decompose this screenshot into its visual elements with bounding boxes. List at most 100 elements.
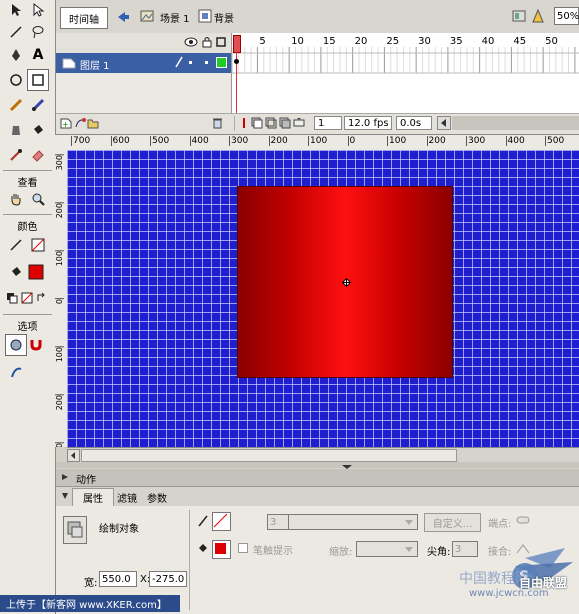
zoom-tool-icon[interactable] (28, 189, 48, 209)
frame-ruler[interactable]: 15101520253035404550 (232, 36, 579, 50)
edit-multiple-frames-icon[interactable] (279, 117, 291, 132)
brush-tool-icon[interactable] (28, 95, 48, 115)
ink-bottle-tool-icon[interactable] (6, 120, 26, 140)
add-guide-layer-icon[interactable] (74, 117, 86, 132)
ruler-tick-label: 300 (55, 442, 64, 447)
snap-magnet-icon[interactable] (26, 334, 46, 354)
scale-select[interactable] (356, 541, 418, 557)
x-field[interactable]: -275.0 (149, 571, 187, 587)
stroke-style-select[interactable] (288, 514, 418, 530)
upload-credit: 上传于【新客网 www.XKER.com】 (0, 595, 180, 612)
pencil-tool-icon[interactable] (6, 95, 26, 115)
object-drawing-icon[interactable] (5, 334, 27, 356)
modify-onion-markers-icon[interactable] (293, 117, 305, 132)
center-frame-icon[interactable] (239, 117, 249, 132)
line-tool-icon[interactable] (6, 22, 26, 42)
fill-color-swatch[interactable] (26, 262, 46, 282)
scroll-thumb[interactable] (81, 449, 457, 462)
ruler-tick-label: 700 (71, 136, 91, 146)
frames-area[interactable]: 15101520253035404550 (231, 33, 579, 113)
custom-stroke-button[interactable]: 自定义... (424, 513, 481, 532)
lock-dot[interactable] (205, 61, 208, 64)
back-arrow-icon[interactable] (113, 8, 131, 26)
frame-number: 5 (259, 36, 266, 47)
cap-icon[interactable] (516, 516, 530, 524)
edit-scene-icon[interactable] (511, 8, 527, 24)
zoom-select[interactable]: 50% (554, 7, 579, 25)
subselection-tool-icon[interactable] (28, 0, 48, 20)
hand-tool-icon[interactable] (6, 189, 26, 209)
pen-tool-icon[interactable] (6, 45, 26, 65)
layer-outline-color[interactable] (216, 57, 227, 68)
paint-bucket-tool-icon[interactable] (28, 120, 48, 140)
tab-timeline[interactable]: 时间轴 (60, 7, 108, 29)
ruler-tick-label: 600 (110, 136, 130, 146)
eye-icon[interactable] (184, 37, 198, 50)
scroll-left-arrow[interactable] (67, 449, 80, 462)
actions-panel-header[interactable]: 动作 (56, 469, 579, 487)
lock-icon[interactable] (202, 36, 212, 51)
stroke-hinting-checkbox[interactable] (238, 543, 248, 553)
onion-skin-icon[interactable] (251, 117, 263, 132)
edit-symbol-icon[interactable] (531, 8, 545, 24)
current-frame-field[interactable]: 1 (314, 116, 342, 130)
ruler-tick-label: 0 (347, 136, 356, 146)
collapse-arrow-icon[interactable] (61, 492, 69, 503)
fill-color-icon[interactable] (6, 262, 26, 282)
frame-number: 10 (291, 36, 304, 47)
horizontal-ruler: 7006005004003002001000100200300400500600 (67, 135, 579, 151)
timeline-toolbar (56, 0, 579, 34)
tab-filters[interactable]: 滤镜 (117, 490, 137, 505)
tab-parameters[interactable]: 参数 (147, 490, 167, 505)
toolbox: A 查看 颜色 选项 (0, 0, 56, 614)
oval-tool-icon[interactable] (6, 70, 26, 90)
lasso-tool-icon[interactable] (28, 22, 48, 42)
add-folder-icon[interactable] (87, 117, 99, 132)
rectangle-tool-icon[interactable] (27, 69, 49, 91)
frame-number: 40 (481, 36, 495, 47)
eraser-tool-icon[interactable] (28, 145, 48, 165)
tab-properties[interactable]: 属性 (72, 488, 114, 506)
stroke-color-swatch[interactable] (28, 235, 48, 255)
frame-rate-field[interactable]: 12.0 fps (344, 116, 392, 130)
visible-dot[interactable] (189, 61, 192, 64)
options-section-label: 选项 (17, 322, 38, 333)
stroke-hinting-label: 笔触提示 (253, 546, 293, 557)
symbol-breadcrumb[interactable]: 背景 (214, 10, 234, 25)
timeline-scroll-track[interactable] (452, 116, 579, 130)
keyframe-dot[interactable] (234, 59, 239, 64)
delete-layer-icon[interactable] (211, 117, 223, 132)
stroke-color-icon[interactable] (6, 235, 26, 255)
pencil-edit-icon (174, 56, 184, 71)
red-gradient-rectangle[interactable] (237, 186, 453, 378)
panel-splitter[interactable] (56, 462, 579, 469)
playhead[interactable] (233, 33, 241, 113)
stroke-height-field[interactable]: 3 (267, 514, 289, 530)
stroke-pencil-icon (197, 514, 209, 531)
stage-horizontal-scrollbar[interactable] (67, 447, 579, 463)
expand-arrow-icon (61, 473, 69, 484)
stroke-color-picker[interactable] (212, 512, 231, 531)
colors-section-label: 颜色 (17, 222, 38, 233)
fill-color-picker[interactable] (212, 540, 231, 559)
elapsed-time-field[interactable]: 0.0s (396, 116, 432, 130)
timeline-scroll-left[interactable] (437, 116, 451, 130)
add-layer-icon[interactable]: + (60, 117, 72, 132)
onion-outline-icon[interactable] (265, 117, 277, 132)
selection-tool-icon[interactable] (6, 0, 26, 20)
ruler-tick-label: 0 (55, 298, 64, 305)
swap-colors-icon[interactable] (32, 288, 52, 308)
layer-name[interactable]: 图层 1 (80, 57, 110, 72)
ruler-tick-label: 300 (55, 154, 64, 171)
scene-icon (140, 9, 154, 23)
text-tool-icon[interactable]: A (28, 45, 48, 65)
width-field[interactable]: 550.0 (99, 571, 137, 587)
outline-icon[interactable] (216, 37, 226, 50)
layer-row[interactable]: 图层 1 (56, 53, 231, 73)
smooth-icon[interactable] (6, 362, 26, 382)
frame-number: 50 (545, 36, 558, 47)
frame-number: 20 (354, 36, 368, 47)
transform-point-icon[interactable] (342, 278, 351, 287)
eyedropper-tool-icon[interactable] (6, 145, 26, 165)
scene-breadcrumb[interactable]: 场景 1 (160, 10, 190, 25)
